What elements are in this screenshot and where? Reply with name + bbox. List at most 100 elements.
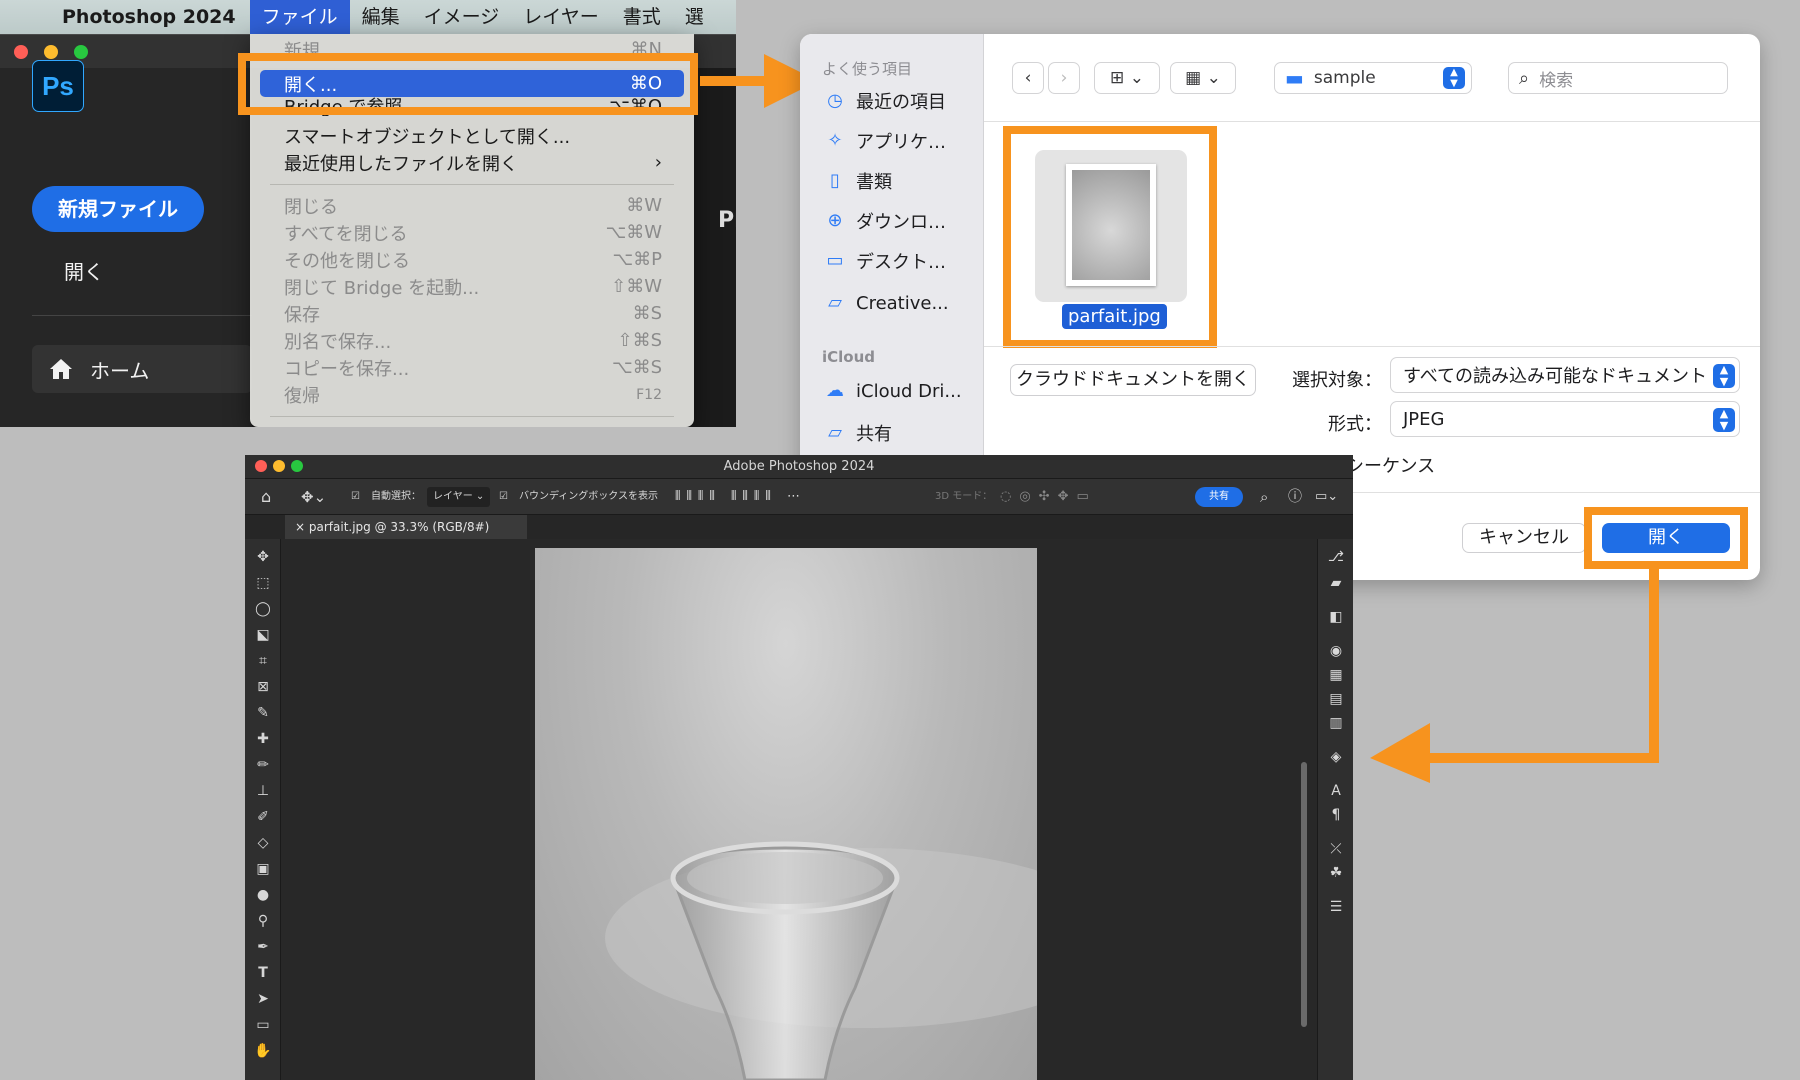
lasso-tool-icon[interactable]: ◯	[253, 599, 273, 619]
group-mode-button[interactable]: ▦ ⌄	[1170, 62, 1236, 94]
channels-icon[interactable]: ☘	[1326, 863, 1346, 883]
swatches-icon[interactable]: ▦	[1326, 665, 1346, 685]
download-icon: ⊕	[827, 210, 843, 231]
minimize-window-icon[interactable]	[273, 460, 285, 472]
minimize-window-icon[interactable]	[44, 45, 58, 59]
right-panel-dock: ⎇ ▰ ◧ ◉ ▦ ▤ ▥ ◈ A ¶ ⤫ ☘ ☰	[1317, 539, 1353, 1080]
menubar-select[interactable]: 選	[673, 0, 716, 34]
sidebar-item-creative-cloud[interactable]: ▱ Creative...	[824, 292, 949, 314]
type-tool-icon[interactable]: T	[253, 963, 273, 983]
adjustments-icon[interactable]: ☰	[1326, 897, 1346, 917]
zoom-window-icon[interactable]	[74, 45, 88, 59]
menubar-edit[interactable]: 編集	[350, 0, 412, 34]
menubar-app-name[interactable]: Photoshop 2024	[54, 0, 250, 34]
document-image[interactable]	[535, 548, 1037, 1080]
bbox-checkbox[interactable]: ☑	[499, 479, 508, 515]
menu-item-revert[interactable]: 復帰 F12	[260, 381, 684, 408]
view-mode-button[interactable]: ⊞ ⌄	[1094, 62, 1160, 94]
sidebar-item-downloads[interactable]: ⊕ ダウンロ…	[824, 208, 946, 234]
sidebar-item-shared[interactable]: ▱ 共有	[824, 420, 892, 446]
home-icon[interactable]: ⌂	[261, 479, 271, 515]
search-icon[interactable]: ⌕	[1260, 479, 1268, 515]
menu-item-save[interactable]: 保存 ⌘S	[260, 300, 684, 327]
menu-item-close-others[interactable]: その他を閉じる ⌥⌘P	[260, 246, 684, 273]
hand-tool-icon[interactable]: ✋	[253, 1041, 273, 1061]
share-button[interactable]: 共有	[1195, 487, 1243, 507]
layers-icon[interactable]: ◈	[1326, 747, 1346, 767]
menu-item-close[interactable]: 閉じる ⌘W	[260, 192, 684, 219]
move-tool-icon[interactable]: ✥⌄	[301, 479, 326, 515]
auto-select-checkbox[interactable]: ☑	[351, 479, 360, 515]
color-icon[interactable]: ◉	[1326, 641, 1346, 661]
dodge-tool-icon[interactable]: ⚲	[253, 911, 273, 931]
auto-select-dropdown[interactable]: レイヤー ⌄	[427, 487, 491, 507]
marquee-tool-icon[interactable]: ⬚	[253, 573, 273, 593]
character-icon[interactable]: A	[1326, 781, 1346, 801]
menu-item-save-copy[interactable]: コピーを保存... ⌥⌘S	[260, 354, 684, 381]
menu-item-close-all[interactable]: すべてを閉じる ⌥⌘W	[260, 219, 684, 246]
comments-icon[interactable]: ▰	[1326, 573, 1346, 593]
cancel-button[interactable]: キャンセル	[1462, 523, 1586, 553]
3d-mode-icons[interactable]: ◌◎✣✥▭	[1000, 479, 1097, 515]
pen-tool-icon[interactable]: ✒	[253, 937, 273, 957]
sidebar-item-icloud-drive[interactable]: ☁ iCloud Dri...	[824, 380, 962, 402]
workspace-icon[interactable]: ▭⌄	[1315, 479, 1338, 515]
paths-icon[interactable]: ⤫	[1326, 839, 1346, 859]
folder-dropdown[interactable]: ▬ sample ▲ ▼	[1274, 62, 1472, 94]
blur-tool-icon[interactable]: ●	[253, 885, 273, 905]
menu-item-close-go-bridge[interactable]: 閉じて Bridge を起動... ⇧⌘W	[260, 273, 684, 300]
search-field[interactable]: ⌕ 検索	[1508, 62, 1728, 94]
menubar-image[interactable]: イメージ	[412, 0, 512, 34]
format-dropdown[interactable]: JPEG ▲ ▼	[1390, 401, 1740, 437]
window-titlebar: Adobe Photoshop 2024	[245, 455, 1353, 479]
menu-item-save-as[interactable]: 別名で保存... ⇧⌘S	[260, 327, 684, 354]
history-brush-tool-icon[interactable]: ✐	[253, 807, 273, 827]
menu-item-open-smart-object[interactable]: スマートオブジェクトとして開く...	[260, 122, 684, 149]
menubar-type[interactable]: 書式	[611, 0, 673, 34]
select-target-dropdown[interactable]: すべての読み込み可能なドキュメント ▲ ▼	[1390, 357, 1740, 393]
open-link[interactable]: 開く	[64, 256, 104, 285]
apple-icon[interactable]	[0, 0, 54, 34]
object-selection-tool-icon[interactable]: ⬕	[253, 625, 273, 645]
close-window-icon[interactable]	[14, 45, 28, 59]
properties-icon[interactable]: ◧	[1326, 607, 1346, 627]
rectangle-tool-icon[interactable]: ▭	[253, 1015, 273, 1035]
eraser-tool-icon[interactable]: ◇	[253, 833, 273, 853]
move-tool-icon[interactable]: ✥	[253, 547, 273, 567]
document-tab[interactable]: × parfait.jpg @ 33.3% (RGB/8#)	[285, 515, 527, 539]
sidebar-item-applications[interactable]: ✧ アプリケ…	[824, 128, 946, 154]
align-icons[interactable]: ⫴⫴⫴⫴ ⫴⫴⫴⫴ ⋯	[675, 479, 806, 515]
zoom-window-icon[interactable]	[291, 460, 303, 472]
gradient-tool-icon[interactable]: ▣	[253, 859, 273, 879]
sidebar-item-documents[interactable]: ▯ 書類	[824, 168, 892, 194]
healing-brush-tool-icon[interactable]: ✚	[253, 729, 273, 749]
menu-separator	[270, 184, 674, 185]
brush-tool-icon[interactable]: ✏	[253, 755, 273, 775]
updown-chevron-icon: ▲ ▼	[1713, 364, 1735, 388]
eyedropper-tool-icon[interactable]: ✎	[253, 703, 273, 723]
path-selection-tool-icon[interactable]: ➤	[253, 989, 273, 1009]
paragraph-icon[interactable]: ¶	[1326, 805, 1346, 825]
group-grid-icon: ▦ ⌄	[1185, 68, 1221, 88]
open-cloud-documents-button[interactable]: クラウドドキュメントを開く	[1010, 364, 1256, 396]
close-window-icon[interactable]	[255, 460, 267, 472]
sidebar-item-recents[interactable]: ◷ 最近の項目	[824, 88, 946, 114]
sidebar-item-home[interactable]: ホーム	[32, 345, 252, 393]
vertical-scrollbar[interactable]	[1301, 762, 1307, 1027]
menubar-file[interactable]: ファイル	[249, 0, 350, 34]
stamp-tool-icon[interactable]: ⊥	[253, 781, 273, 801]
folder-icon: ▱	[828, 292, 842, 313]
close-tab-icon[interactable]: ×	[295, 520, 309, 534]
menu-item-open-recent[interactable]: 最近使用したファイルを開く ›	[260, 149, 684, 176]
history-icon[interactable]: ⎇	[1326, 547, 1346, 567]
new-file-button[interactable]: 新規ファイル	[32, 186, 204, 232]
back-button[interactable]: ‹	[1012, 62, 1044, 94]
crop-tool-icon[interactable]: ⌗	[253, 651, 273, 671]
forward-button[interactable]: ›	[1048, 62, 1080, 94]
menubar-layer[interactable]: レイヤー	[511, 0, 610, 34]
frame-tool-icon[interactable]: ⊠	[253, 677, 273, 697]
sidebar-item-desktop[interactable]: ▭ デスクト…	[824, 248, 946, 274]
help-icon[interactable]: ⓘ	[1288, 479, 1302, 515]
patterns-icon[interactable]: ▥	[1326, 713, 1346, 733]
gradients-icon[interactable]: ▤	[1326, 689, 1346, 709]
